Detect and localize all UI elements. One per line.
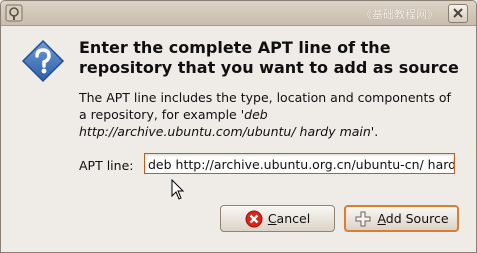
apt-line-input[interactable]: deb http://archive.ubuntu.org.cn/ubuntu-… [144, 153, 455, 174]
window-title: 《基础教程网》 [361, 8, 438, 21]
dialog-description: The APT line includes the type, location… [79, 89, 459, 140]
close-icon [453, 8, 463, 18]
window-menu-icon[interactable] [5, 4, 23, 22]
add-source-label: Add Source [377, 211, 448, 226]
add-icon [355, 211, 371, 226]
cancel-label: Cancel [268, 211, 310, 226]
description-suffix: '. [370, 124, 379, 139]
title-bar[interactable]: 《基础教程网》 [1, 1, 476, 26]
add-source-dialog: 《基础教程网》 Enter the complete APT line of t… [0, 0, 477, 253]
cancel-label-rest: ancel [276, 211, 311, 226]
add-label-rest: dd Source [385, 211, 449, 226]
apt-line-label: APT line: [79, 158, 134, 173]
close-button[interactable] [448, 4, 468, 23]
dialog-heading: Enter the complete APT line of the repos… [79, 38, 459, 77]
cancel-mnemonic: C [267, 211, 277, 226]
question-icon [21, 39, 65, 83]
mouse-pointer-icon [171, 179, 185, 200]
cancel-button[interactable]: Cancel [220, 205, 335, 232]
add-source-button[interactable]: Add Source [344, 205, 459, 232]
add-mnemonic: A [377, 211, 386, 226]
cancel-icon [245, 210, 263, 227]
